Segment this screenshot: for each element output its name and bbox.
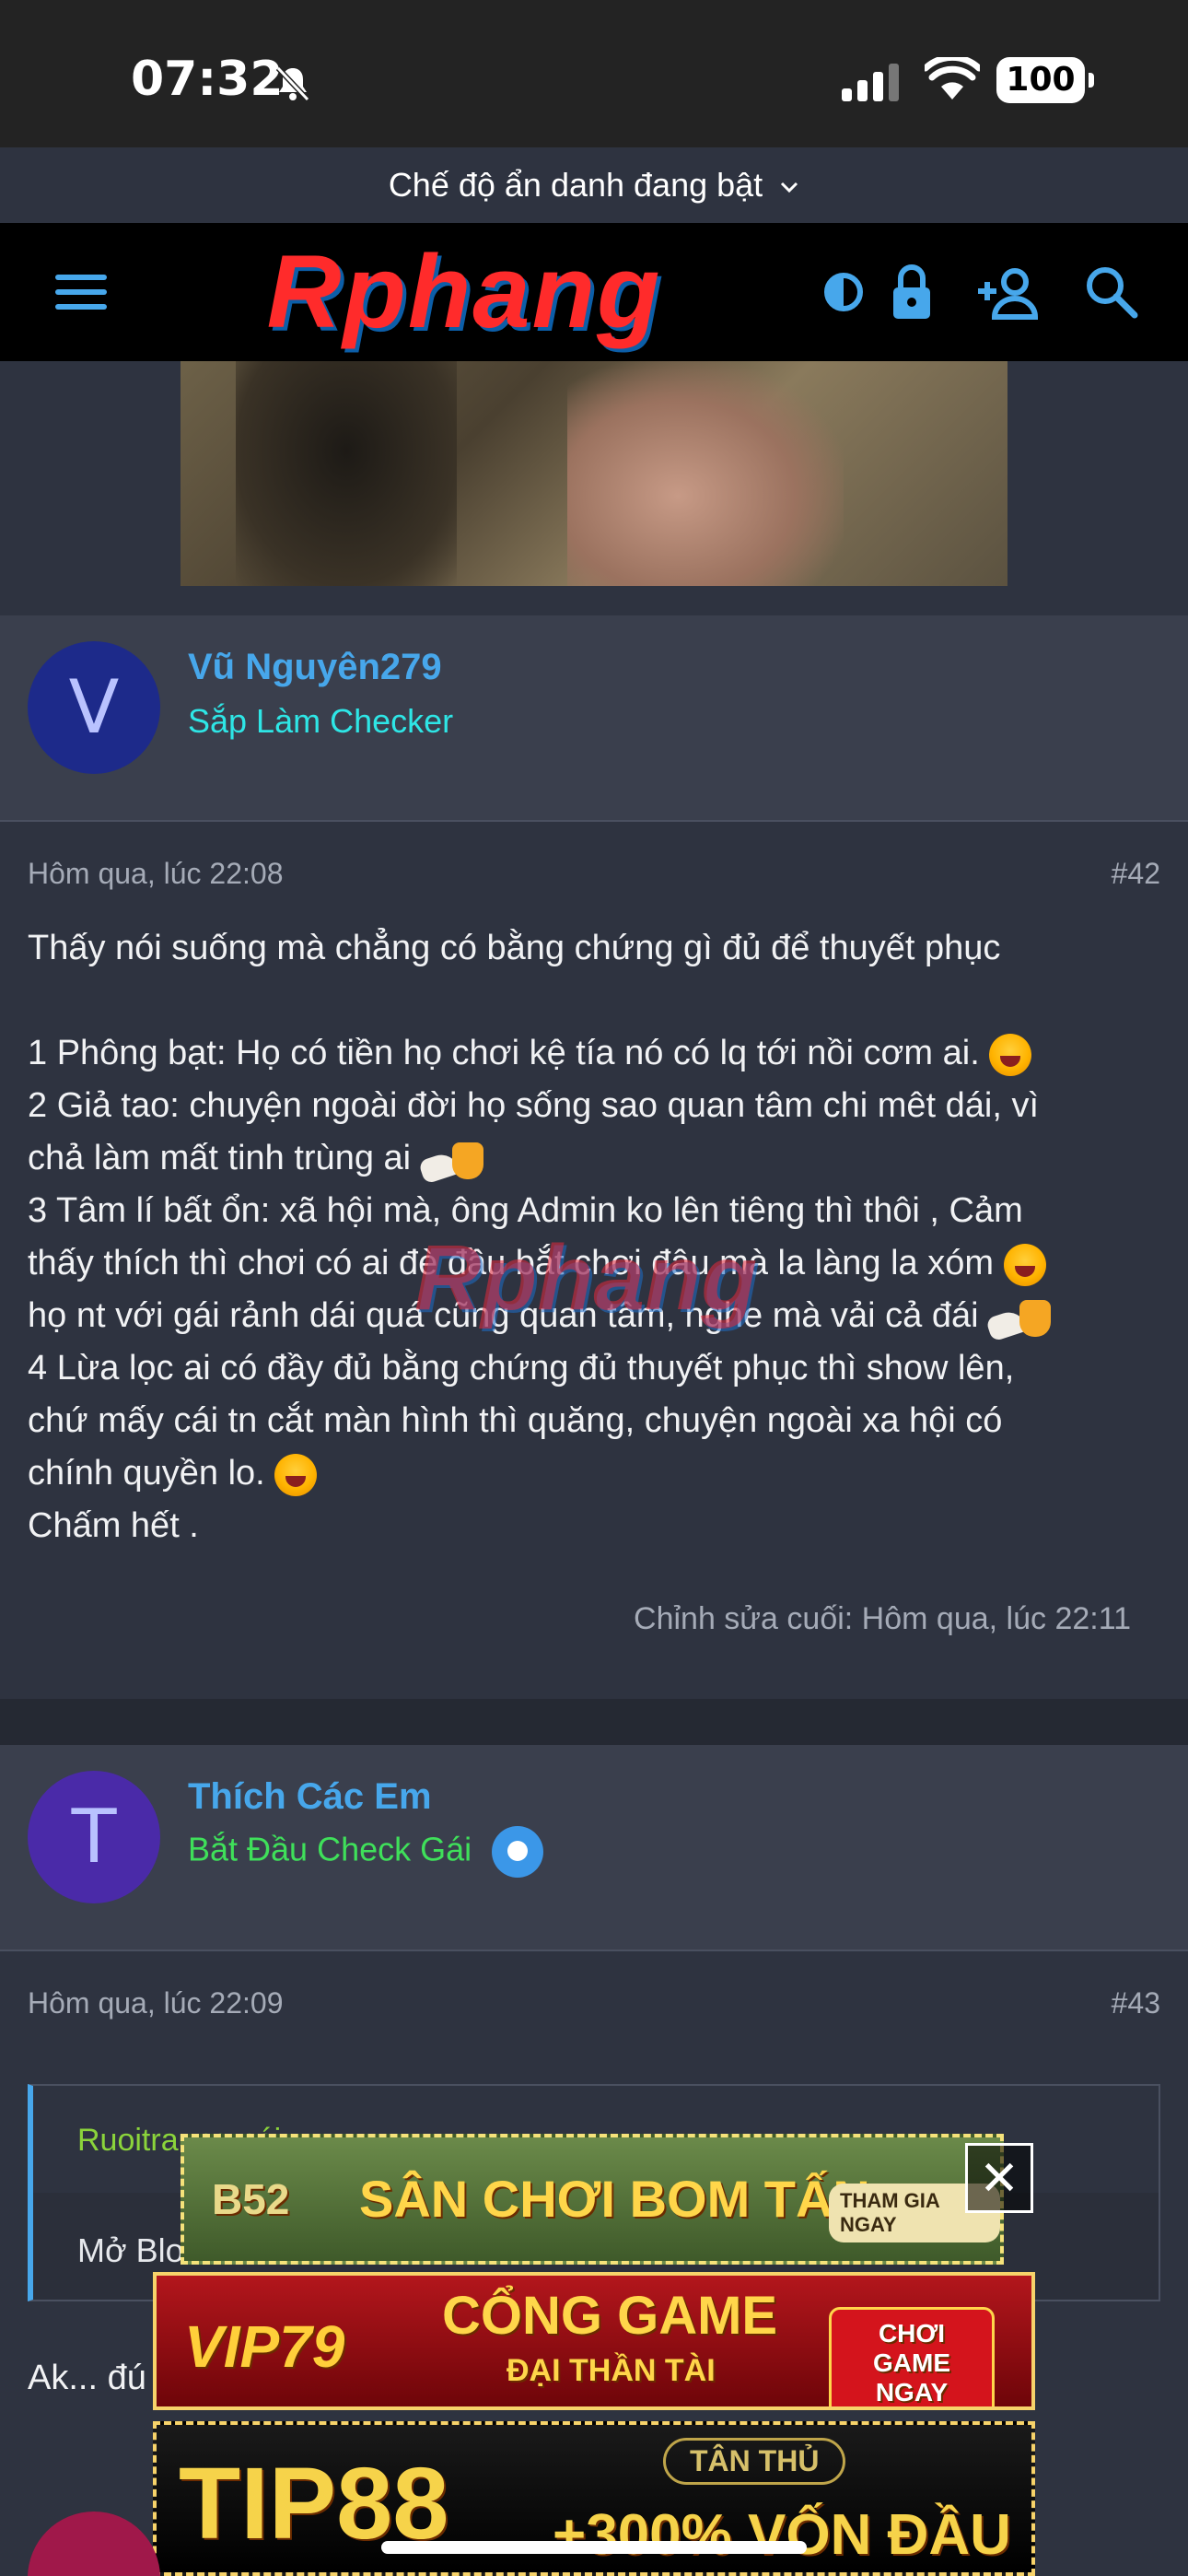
add-user-icon[interactable] bbox=[974, 260, 1041, 324]
avatar[interactable]: V bbox=[28, 641, 160, 774]
ad-brand: VIP79 bbox=[184, 2313, 345, 2380]
post-text-line: 2 Giả tao: chuyện ngoài đời họ sống sao … bbox=[28, 1086, 1040, 1125]
ad-offer: +300% VỐN ĐẦU bbox=[553, 2503, 1011, 2567]
hand-gesture-emoji-icon bbox=[421, 1139, 487, 1181]
site-logo[interactable]: Rphang bbox=[195, 234, 733, 350]
lock-icon[interactable] bbox=[879, 260, 945, 324]
laughing-emoji-icon bbox=[989, 1034, 1032, 1076]
quote-text: Mở Blo bbox=[77, 2231, 184, 2269]
post-text-line: chả làm mất tinh trùng ai bbox=[28, 1139, 487, 1181]
last-edited: Chỉnh sửa cuối: Hôm qua, lúc 22:11 bbox=[634, 1601, 1131, 1636]
ad-banner-b52[interactable]: B52 SÂN CHƠI BOM TẤN THAM GIA NGAY bbox=[181, 2134, 1004, 2265]
post-text-line: Thấy nói suống mà chẳng có bằng chứng gì… bbox=[28, 929, 1001, 967]
hand-gesture-emoji-icon bbox=[988, 1296, 1054, 1339]
username[interactable]: Thích Các Em bbox=[188, 1776, 432, 1818]
theme-toggle-icon[interactable] bbox=[810, 260, 877, 324]
post-number[interactable]: #43 bbox=[1112, 1986, 1160, 2020]
post-timestamp[interactable]: Hôm qua, lúc 22:08 bbox=[28, 857, 284, 891]
laughing-emoji-icon bbox=[274, 1454, 318, 1496]
user-title: Bắt Đầu Check Gái bbox=[188, 1826, 544, 1878]
close-ad-button[interactable]: ✕ bbox=[965, 2143, 1033, 2213]
ad-banner-vip79[interactable]: VIP79 CỔNG GAME ĐẠI THẦN TÀI CHƠI GAME N… bbox=[153, 2272, 1035, 2410]
ad-badge: TÂN THỦ bbox=[663, 2438, 846, 2485]
incognito-label: Chế độ ẩn danh đang bật bbox=[388, 166, 763, 204]
username[interactable]: Vũ Nguyên279 bbox=[188, 647, 442, 688]
post-text: 1 Phông bạt: Họ có tiền họ chơi kệ tía n… bbox=[28, 1034, 980, 1073]
menu-icon[interactable] bbox=[52, 267, 111, 317]
ad-title: SÂN CHƠI BOM TẤN bbox=[359, 2170, 870, 2228]
post-text: chính quyền lo. bbox=[28, 1454, 265, 1493]
cellular-signal-icon bbox=[842, 64, 899, 101]
post-number[interactable]: #42 bbox=[1112, 857, 1160, 891]
bell-slash-icon bbox=[275, 65, 310, 102]
avatar[interactable]: T bbox=[28, 1771, 160, 1903]
post-author-header: T Thích Các Em Bắt Đầu Check Gái bbox=[0, 1745, 1188, 1951]
user-title-text: Bắt Đầu Check Gái bbox=[188, 1830, 472, 1868]
ad-brand: B52 bbox=[212, 2175, 290, 2223]
post-text-line: 1 Phông bạt: Họ có tiền họ chơi kệ tía n… bbox=[28, 1034, 1032, 1076]
logo-text: Rphang bbox=[266, 234, 662, 349]
post-text: chả làm mất tinh trùng ai bbox=[28, 1139, 412, 1178]
site-header: Rphang bbox=[0, 223, 1188, 361]
post-text-line: 4 Lừa lọc ai có đầy đủ bằng chứng đủ thu… bbox=[28, 1349, 1015, 1388]
avatar[interactable] bbox=[28, 2512, 160, 2576]
user-title: Sắp Làm Checker bbox=[188, 702, 454, 740]
post-author-header: V Vũ Nguyên279 Sắp Làm Checker bbox=[0, 615, 1188, 822]
post-text-line: chứ mấy cái tn cắt màn hình thì quăng, c… bbox=[28, 1401, 1003, 1440]
wifi-icon bbox=[925, 57, 980, 100]
post-text-line: chính quyền lo. bbox=[28, 1454, 318, 1496]
post-image[interactable] bbox=[181, 361, 1007, 586]
status-bar: 07:32 100 bbox=[0, 0, 1188, 147]
battery-indicator: 100 bbox=[996, 57, 1094, 103]
post-divider bbox=[0, 1699, 1188, 1745]
ad-title: CỔNG GAME bbox=[442, 2286, 778, 2346]
post-timestamp[interactable]: Hôm qua, lúc 22:09 bbox=[28, 1986, 284, 2020]
post-text-line: Chấm hết . bbox=[28, 1506, 199, 1545]
post: V Vũ Nguyên279 Sắp Làm Checker Hôm qua, … bbox=[0, 615, 1188, 1699]
ad-cta: CHƠI GAME NGAY bbox=[829, 2307, 995, 2406]
ad-subtitle: ĐẠI THẦN TÀI bbox=[507, 2353, 716, 2388]
status-time: 07:32 bbox=[131, 52, 284, 107]
site-watermark: Rphang bbox=[414, 1226, 758, 1329]
search-icon[interactable] bbox=[1077, 260, 1144, 324]
home-indicator bbox=[381, 2541, 807, 2554]
post-reply-text: Ak... đú bbox=[28, 2359, 146, 2397]
verified-badge-icon bbox=[492, 1826, 544, 1878]
chevron-down-icon bbox=[781, 182, 798, 193]
incognito-banner[interactable]: Chế độ ẩn danh đang bật bbox=[0, 166, 1188, 205]
laughing-emoji-icon bbox=[1003, 1244, 1046, 1286]
